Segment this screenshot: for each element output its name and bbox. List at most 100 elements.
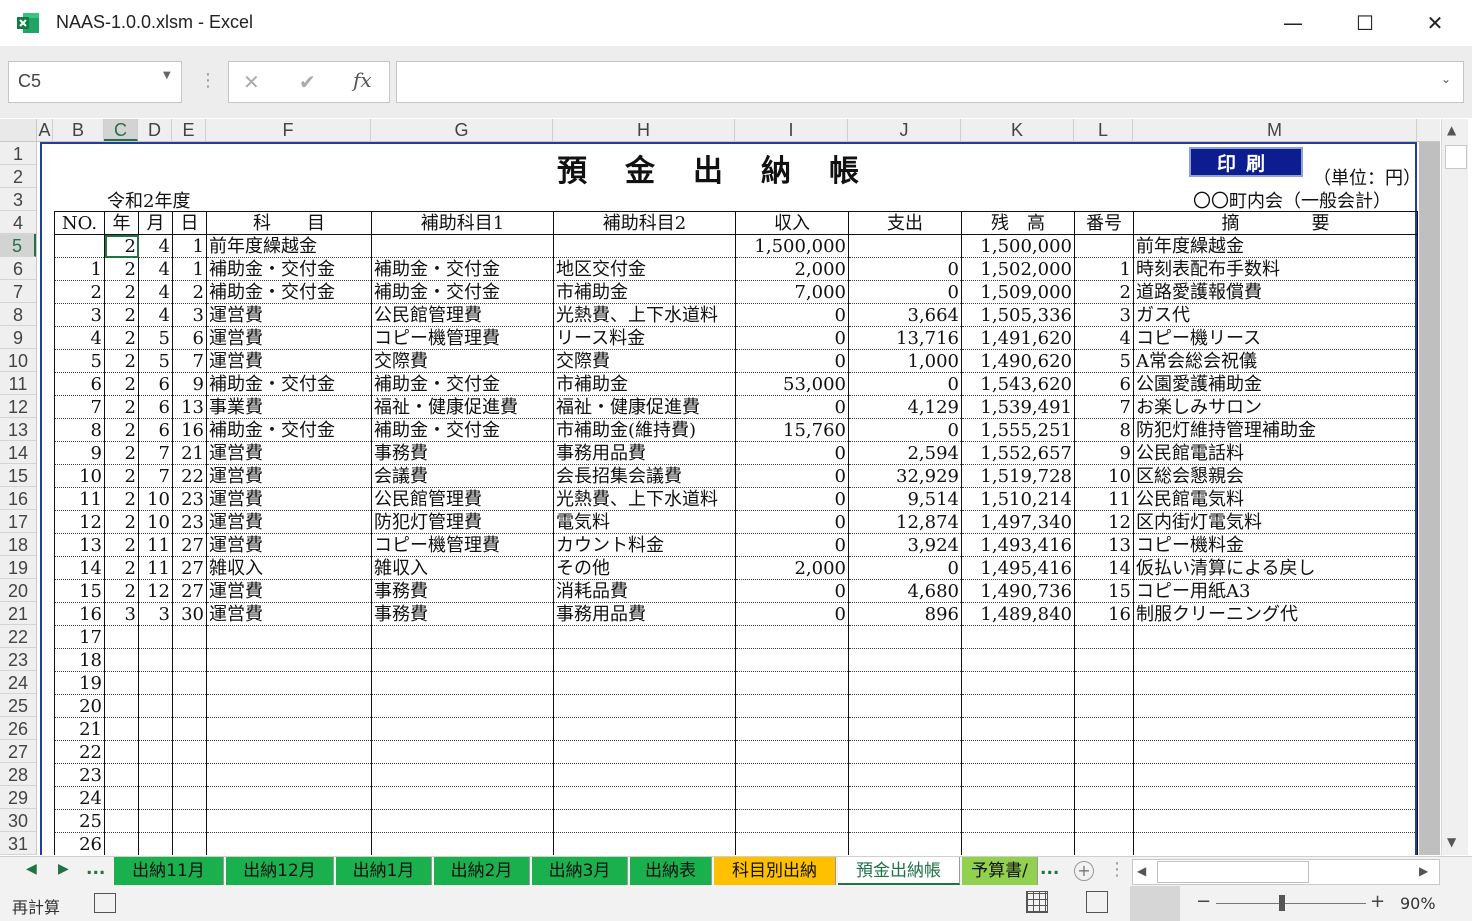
cell-subject[interactable]: 運営費 bbox=[206, 602, 372, 626]
header-description[interactable]: 摘 要 bbox=[1133, 211, 1418, 235]
cell-expense[interactable] bbox=[848, 740, 962, 764]
cell-sub-2[interactable]: 市補助金(維持費) bbox=[553, 418, 736, 442]
cell-expense[interactable] bbox=[848, 763, 962, 787]
horizontal-scrollbar[interactable]: ◀ ▶ bbox=[1132, 859, 1440, 885]
cell-day[interactable] bbox=[172, 809, 207, 833]
header-no[interactable]: NO. bbox=[54, 211, 105, 235]
cell-sub-2[interactable] bbox=[553, 625, 736, 649]
cell-sub-2[interactable] bbox=[553, 671, 736, 695]
cell-day[interactable]: 7 bbox=[172, 349, 207, 373]
cell-no[interactable]: 18 bbox=[54, 648, 105, 672]
cell-balance[interactable]: 1,490,736 bbox=[961, 579, 1075, 603]
cell-expense[interactable]: 896 bbox=[848, 602, 962, 626]
cell-sub-1[interactable]: 事務費 bbox=[371, 579, 554, 603]
cell-description[interactable]: 区内街灯電気料 bbox=[1133, 510, 1418, 534]
cell-income[interactable]: 0 bbox=[735, 579, 849, 603]
row-header[interactable]: 15 bbox=[0, 464, 36, 487]
cell-income[interactable]: 2,000 bbox=[735, 257, 849, 281]
cell-expense[interactable] bbox=[848, 717, 962, 741]
cell-sub-1[interactable]: 事務費 bbox=[371, 602, 554, 626]
cell-year[interactable] bbox=[104, 671, 139, 695]
header-month[interactable]: 月 bbox=[138, 211, 173, 235]
cell-subject[interactable]: 運営費 bbox=[206, 303, 372, 327]
row-header[interactable]: 26 bbox=[0, 717, 36, 740]
cell-sub-2[interactable]: 電気料 bbox=[553, 510, 736, 534]
cell-number[interactable] bbox=[1074, 786, 1134, 810]
row-header[interactable]: 21 bbox=[0, 602, 36, 625]
cell-no[interactable]: 19 bbox=[54, 671, 105, 695]
cell-subject[interactable] bbox=[206, 694, 372, 718]
header-balance[interactable]: 残 高 bbox=[961, 211, 1075, 235]
row-header[interactable]: 30 bbox=[0, 809, 36, 832]
cell-balance[interactable]: 1,519,728 bbox=[961, 464, 1075, 488]
cell-balance[interactable]: 1,510,214 bbox=[961, 487, 1075, 511]
cell-day[interactable] bbox=[172, 717, 207, 741]
cell-subject[interactable]: 前年度繰越金 bbox=[206, 234, 372, 258]
cell-month[interactable]: 12 bbox=[138, 579, 173, 603]
cell-sub-2[interactable]: 会長招集会議費 bbox=[553, 464, 736, 488]
cell-number[interactable]: 15 bbox=[1074, 579, 1134, 603]
cell-income[interactable] bbox=[735, 809, 849, 833]
row-header[interactable]: 22 bbox=[0, 625, 36, 648]
cell-year[interactable] bbox=[104, 717, 139, 741]
cell-day[interactable] bbox=[172, 671, 207, 695]
cell-subject[interactable] bbox=[206, 763, 372, 787]
cell-month[interactable]: 11 bbox=[138, 533, 173, 557]
cell-sub-2[interactable]: 光熱費、上下水道料 bbox=[553, 487, 736, 511]
cell-month[interactable]: 7 bbox=[138, 464, 173, 488]
row-header[interactable]: 18 bbox=[0, 533, 36, 556]
cell-description[interactable] bbox=[1133, 809, 1418, 833]
cell-number[interactable]: 6 bbox=[1074, 372, 1134, 396]
cell-year[interactable]: 2 bbox=[104, 487, 139, 511]
cell-balance[interactable] bbox=[961, 763, 1075, 787]
cell-month[interactable] bbox=[138, 717, 173, 741]
cell-year[interactable]: 2 bbox=[104, 418, 139, 442]
cell-expense[interactable]: 0 bbox=[848, 372, 962, 396]
cell-month[interactable]: 3 bbox=[138, 602, 173, 626]
cell-sub-2[interactable]: 福祉・健康促進費 bbox=[553, 395, 736, 419]
cell-sub-1[interactable] bbox=[371, 832, 554, 855]
cell-year[interactable]: 2 bbox=[104, 579, 139, 603]
cell-month[interactable] bbox=[138, 694, 173, 718]
cell-sub-2[interactable] bbox=[553, 648, 736, 672]
cell-sub-2[interactable] bbox=[553, 694, 736, 718]
scroll-right-icon[interactable]: ▶ bbox=[1419, 864, 1428, 878]
cell-sub-2[interactable]: 事務用品費 bbox=[553, 602, 736, 626]
cell-no[interactable]: 1 bbox=[54, 257, 105, 281]
cell-no[interactable]: 25 bbox=[54, 809, 105, 833]
cell-expense[interactable] bbox=[848, 694, 962, 718]
cell-expense[interactable]: 2,594 bbox=[848, 441, 962, 465]
cell-year[interactable]: 2 bbox=[104, 234, 139, 258]
cell-day[interactable]: 23 bbox=[172, 487, 207, 511]
chevron-down-icon[interactable]: ▼ bbox=[163, 70, 171, 81]
row-header[interactable]: 8 bbox=[0, 303, 36, 326]
cell-no[interactable]: 20 bbox=[54, 694, 105, 718]
cell-month[interactable]: 7 bbox=[138, 441, 173, 465]
cell-no[interactable]: 13 bbox=[54, 533, 105, 557]
cell-year[interactable]: 2 bbox=[104, 556, 139, 580]
cell-balance[interactable] bbox=[961, 740, 1075, 764]
cell-month[interactable]: 6 bbox=[138, 418, 173, 442]
cell-description[interactable]: 制服クリーニング代 bbox=[1133, 602, 1418, 626]
cell-number[interactable] bbox=[1074, 671, 1134, 695]
cell-year[interactable]: 2 bbox=[104, 372, 139, 396]
cell-no[interactable]: 6 bbox=[54, 372, 105, 396]
cell-no[interactable]: 2 bbox=[54, 280, 105, 304]
cell-balance[interactable]: 1,543,620 bbox=[961, 372, 1075, 396]
cell-sub-1[interactable]: 補助金・交付金 bbox=[371, 280, 554, 304]
col-header-g[interactable]: G bbox=[371, 119, 553, 141]
scroll-up-icon[interactable]: ▲ bbox=[1447, 123, 1456, 137]
row-header[interactable]: 29 bbox=[0, 786, 36, 809]
cell-sub-1[interactable] bbox=[371, 648, 554, 672]
cell-sub-2[interactable]: 交際費 bbox=[553, 349, 736, 373]
cell-day[interactable]: 22 bbox=[172, 464, 207, 488]
cell-day[interactable]: 9 bbox=[172, 372, 207, 396]
cell-month[interactable] bbox=[138, 740, 173, 764]
cell-description[interactable]: コピー機料金 bbox=[1133, 533, 1418, 557]
cell-sub-2[interactable] bbox=[553, 809, 736, 833]
row-header[interactable]: 10 bbox=[0, 349, 36, 372]
cell-no[interactable]: 12 bbox=[54, 510, 105, 534]
cell-sub-1[interactable]: 福祉・健康促進費 bbox=[371, 395, 554, 419]
cell-subject[interactable]: 運営費 bbox=[206, 326, 372, 350]
cell-description[interactable]: 公民館電気料 bbox=[1133, 487, 1418, 511]
